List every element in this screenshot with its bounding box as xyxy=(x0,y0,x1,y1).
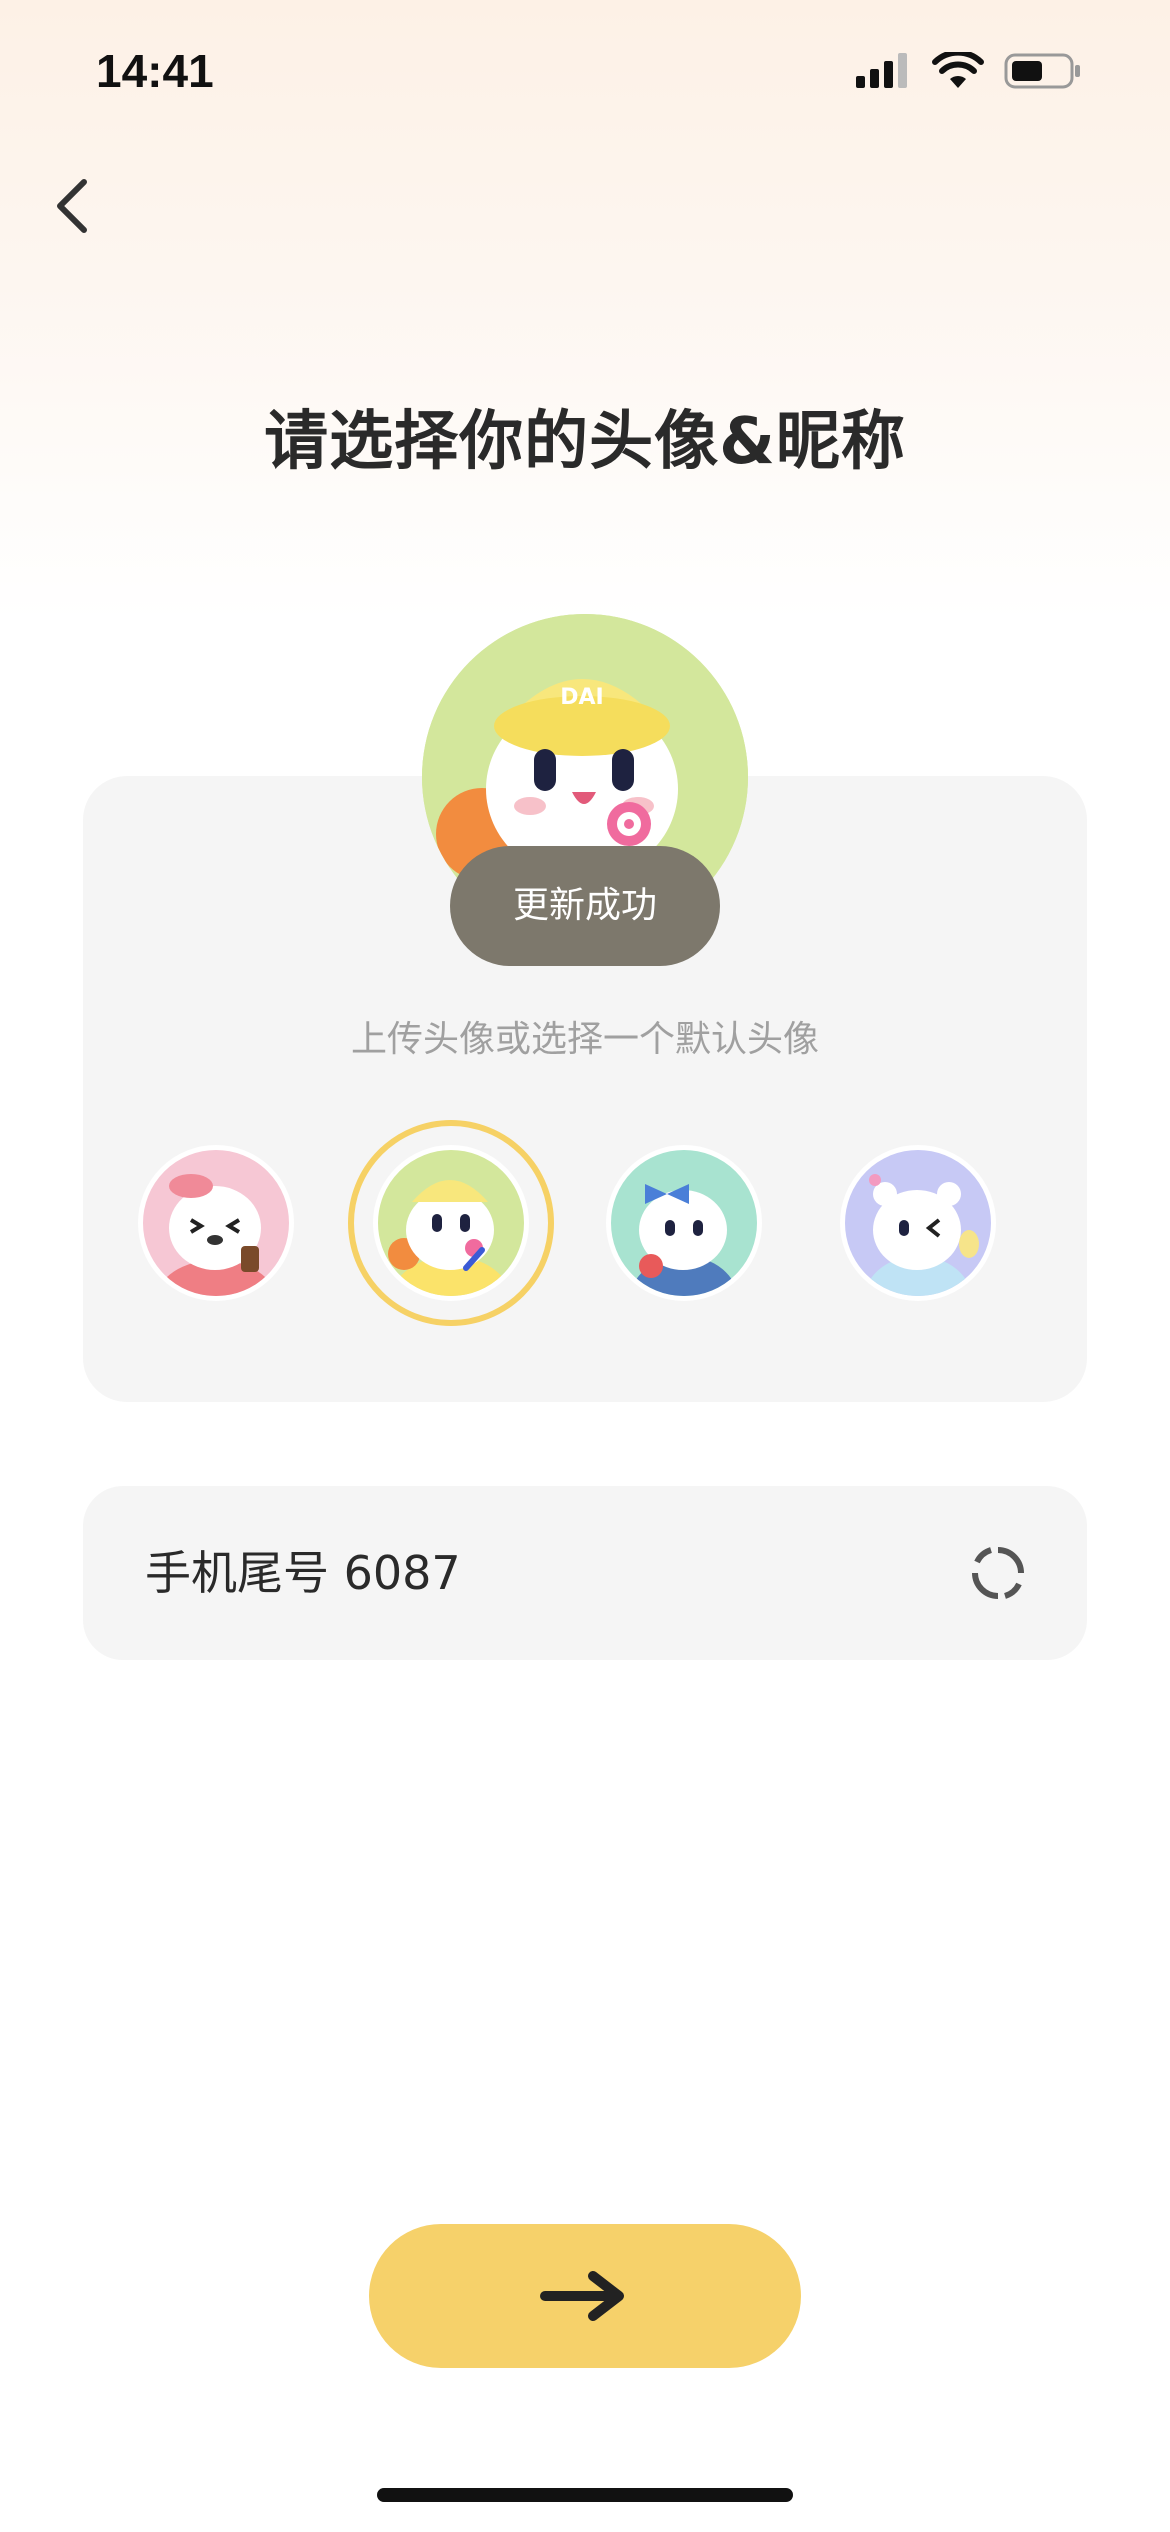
purple-bear-icon xyxy=(864,1174,979,1296)
battery-icon xyxy=(1004,53,1080,89)
hat-label: DAI xyxy=(560,685,603,710)
arrow-right-icon xyxy=(540,2271,624,2321)
refresh-icon[interactable] xyxy=(969,1544,1027,1602)
status-icons xyxy=(854,52,1114,92)
page-title: 请选择你的头像&昵称 xyxy=(264,405,906,479)
nickname-value: 手机尾号 6087 xyxy=(145,1546,461,1600)
signal-icon xyxy=(856,53,907,88)
upload-hint: 上传头像或选择一个默认头像 xyxy=(350,1019,819,1060)
status-bar: 14:41 xyxy=(0,0,1170,140)
pink-bear-icon xyxy=(156,1174,276,1296)
avatar-option-yellow-hat[interactable] xyxy=(373,1145,529,1301)
home-indicator xyxy=(377,2488,793,2502)
avatar-option-blue-bow[interactable] xyxy=(606,1145,762,1301)
nickname-field[interactable]: 手机尾号 6087 xyxy=(83,1486,1087,1660)
status-time: 14:41 xyxy=(96,45,214,97)
blue-bow-bear-icon xyxy=(630,1184,738,1296)
wifi-icon xyxy=(932,52,984,88)
back-button[interactable] xyxy=(44,170,104,242)
next-button[interactable] xyxy=(369,2224,801,2368)
success-toast: 更新成功 xyxy=(450,846,720,966)
yellow-hat-bear-icon xyxy=(388,1180,511,1296)
avatar-option-purple[interactable] xyxy=(840,1145,996,1301)
chevron-left-icon xyxy=(57,179,87,233)
avatar-option-pink[interactable] xyxy=(138,1145,294,1301)
